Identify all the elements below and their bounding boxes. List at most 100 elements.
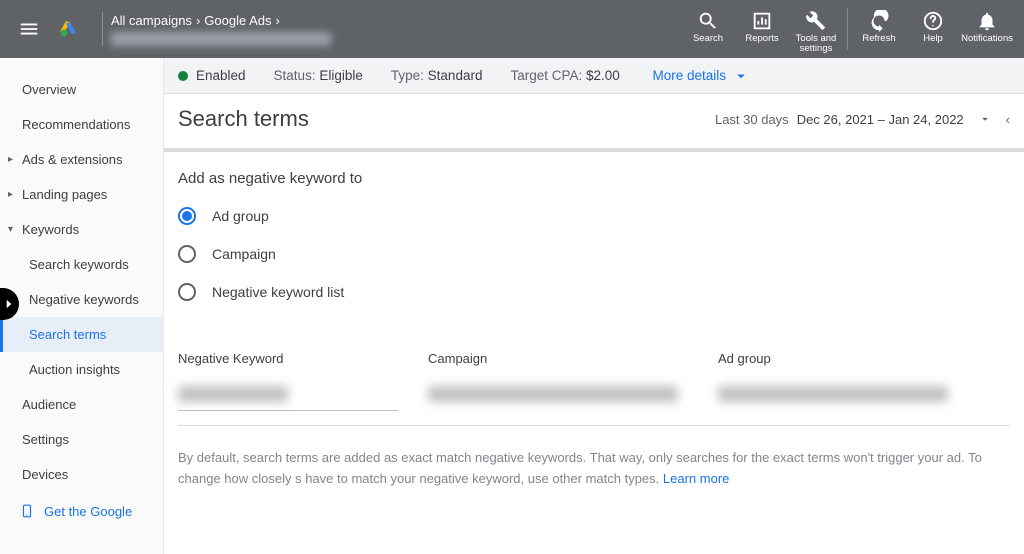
radio-icon xyxy=(178,245,196,263)
sidebar-item-settings[interactable]: Settings xyxy=(0,422,163,457)
header-divider xyxy=(847,8,848,50)
radio-negative-keyword-list[interactable]: Negative keyword list xyxy=(178,283,1010,301)
target-cpa: Target CPA: $2.00 xyxy=(510,68,619,83)
type-value: Standard xyxy=(428,68,483,83)
status-enabled: Enabled xyxy=(196,68,246,83)
negative-keyword-input[interactable] xyxy=(178,386,398,411)
header-label: Notifications xyxy=(961,34,1013,44)
top-header: All campaigns › Google Ads › Search Repo… xyxy=(0,0,1024,58)
page-title: Search terms xyxy=(178,106,309,132)
header-actions: Search Reports Tools and settings Refres… xyxy=(681,4,1014,55)
column-negative-keyword: Negative Keyword xyxy=(178,351,428,366)
radio-label: Campaign xyxy=(212,246,276,262)
sidebar-item-recommendations[interactable]: Recommendations xyxy=(0,107,163,142)
radio-icon xyxy=(178,283,196,301)
sidebar-item-keywords[interactable]: ▾ Keywords xyxy=(0,212,163,247)
main-content: Enabled Status: Eligible Type: Standard … xyxy=(164,58,1024,554)
reports-icon xyxy=(751,10,773,32)
radio-icon xyxy=(178,207,196,225)
column-campaign: Campaign xyxy=(428,351,718,366)
hamburger-menu[interactable] xyxy=(10,10,48,48)
status-dot-enabled-icon xyxy=(178,71,188,81)
campaign-status-bar: Enabled Status: Eligible Type: Standard … xyxy=(164,58,1024,94)
sidebar-item-auction-insights[interactable]: Auction insights xyxy=(0,352,163,387)
sidebar-label: Keywords xyxy=(22,222,79,237)
learn-more-link[interactable]: Learn more xyxy=(663,471,729,486)
radio-ad-group[interactable]: Ad group xyxy=(178,207,1010,225)
refresh-icon xyxy=(868,10,890,32)
sidebar-item-audience[interactable]: Audience xyxy=(0,387,163,422)
chevron-right-icon: › xyxy=(196,13,200,28)
column-ad-group: Ad group xyxy=(718,351,1010,366)
type-label: Type: xyxy=(391,68,424,83)
more-details-button[interactable]: More details xyxy=(652,67,750,85)
sidebar-item-search-keywords[interactable]: Search keywords xyxy=(0,247,163,282)
dropdown-icon xyxy=(978,112,992,126)
header-label: Tools and settings xyxy=(789,34,843,55)
menu-icon xyxy=(18,18,40,40)
redacted-value xyxy=(178,386,288,402)
radio-label: Negative keyword list xyxy=(212,284,344,300)
breadcrumb-google-ads[interactable]: Google Ads xyxy=(204,13,271,28)
footer-text-line: have to match your negative keyword, use… xyxy=(305,471,659,486)
target-value: $2.00 xyxy=(586,68,620,83)
chevron-right-icon xyxy=(2,297,16,311)
sidebar-item-overview[interactable]: Overview xyxy=(0,72,163,107)
caret-right-icon: ▸ xyxy=(8,189,13,200)
more-details-label: More details xyxy=(652,68,726,83)
header-label: Refresh xyxy=(862,34,895,44)
help-icon xyxy=(922,10,944,32)
notifications-button[interactable]: Notifications xyxy=(960,4,1014,44)
date-range-preset-label: Last 30 days xyxy=(715,112,789,127)
bell-icon xyxy=(976,10,998,32)
chevron-down-icon xyxy=(732,67,750,85)
header-label: Reports xyxy=(745,34,778,44)
ads-logo-icon xyxy=(56,13,84,41)
sidebar-label: Get the Google xyxy=(44,504,132,519)
sidebar-label: Ads & extensions xyxy=(22,152,122,167)
date-range-picker[interactable]: Last 30 days Dec 26, 2021 – Jan 24, 2022… xyxy=(715,112,1010,127)
radio-label: Ad group xyxy=(212,208,269,224)
sidebar-label: Landing pages xyxy=(22,187,107,202)
mobile-icon xyxy=(20,502,34,520)
chevron-right-icon: › xyxy=(276,13,280,28)
footer-help-text: By default, search terms are added as ex… xyxy=(178,426,1010,500)
target-label: Target CPA: xyxy=(510,68,582,83)
redacted-value xyxy=(428,386,678,402)
table-header: Negative Keyword Campaign Ad group xyxy=(178,321,1010,380)
sidebar-item-devices[interactable]: Devices xyxy=(0,457,163,492)
reports-button[interactable]: Reports xyxy=(735,4,789,44)
sidebar-nav: Overview Recommendations ▸ Ads & extensi… xyxy=(0,58,164,554)
google-ads-logo[interactable] xyxy=(56,13,84,46)
help-button[interactable]: Help xyxy=(906,4,960,44)
radio-campaign[interactable]: Campaign xyxy=(178,245,1010,263)
sidebar-item-ads-extensions[interactable]: ▸ Ads & extensions xyxy=(0,142,163,177)
date-prev-button[interactable]: ‹ xyxy=(1006,112,1010,127)
status-label: Status: xyxy=(274,68,316,83)
search-button[interactable]: Search xyxy=(681,4,735,44)
table-row xyxy=(178,380,1010,426)
refresh-button[interactable]: Refresh xyxy=(852,4,906,44)
status-value: Eligible xyxy=(319,68,363,83)
header-label: Search xyxy=(693,34,723,44)
sidebar-item-search-terms[interactable]: Search terms xyxy=(0,317,163,352)
wrench-icon xyxy=(805,10,827,32)
title-row: Search terms Last 30 days Dec 26, 2021 –… xyxy=(164,94,1024,148)
get-google-link[interactable]: Get the Google xyxy=(0,492,163,530)
sidebar-item-negative-keywords[interactable]: Negative keywords xyxy=(0,282,163,317)
date-range-value: Dec 26, 2021 – Jan 24, 2022 xyxy=(797,112,964,127)
header-label: Help xyxy=(923,34,943,44)
tools-settings-button[interactable]: Tools and settings xyxy=(789,4,843,55)
caret-down-icon: ▾ xyxy=(8,224,13,235)
caret-right-icon: ▸ xyxy=(8,154,13,165)
breadcrumb-all-campaigns[interactable]: All campaigns xyxy=(111,13,192,28)
type-standard: Type: Standard xyxy=(391,68,483,83)
redacted-value xyxy=(718,386,948,402)
header-divider xyxy=(102,12,103,46)
breadcrumbs: All campaigns › Google Ads › xyxy=(111,13,331,28)
breadcrumb-detail-redacted xyxy=(111,32,331,46)
search-icon xyxy=(697,10,719,32)
status-eligible: Status: Eligible xyxy=(274,68,363,83)
sidebar-item-landing-pages[interactable]: ▸ Landing pages xyxy=(0,177,163,212)
add-negative-keyword-heading: Add as negative keyword to xyxy=(178,170,1010,187)
